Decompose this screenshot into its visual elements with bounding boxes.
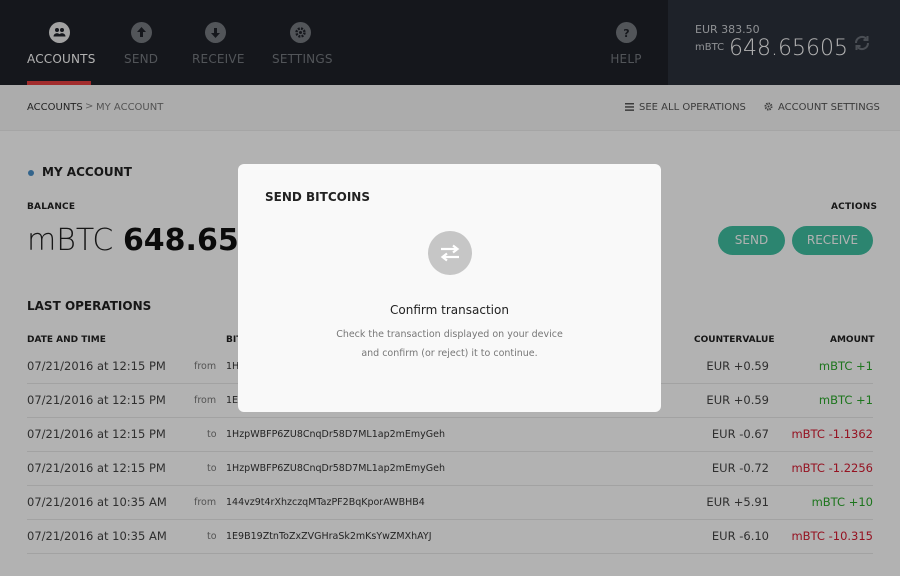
send-bitcoins-modal: SEND BITCOINS Confirm transaction Check … (238, 164, 661, 412)
modal-instruction-line-1: Check the transaction displayed on your … (336, 329, 563, 340)
modal-instruction-line-2: and confirm (or reject) it to continue. (361, 348, 538, 359)
modal-title: SEND BITCOINS (265, 190, 370, 204)
transfer-arrows-icon (428, 231, 472, 275)
modal-heading: Confirm transaction (390, 303, 509, 317)
